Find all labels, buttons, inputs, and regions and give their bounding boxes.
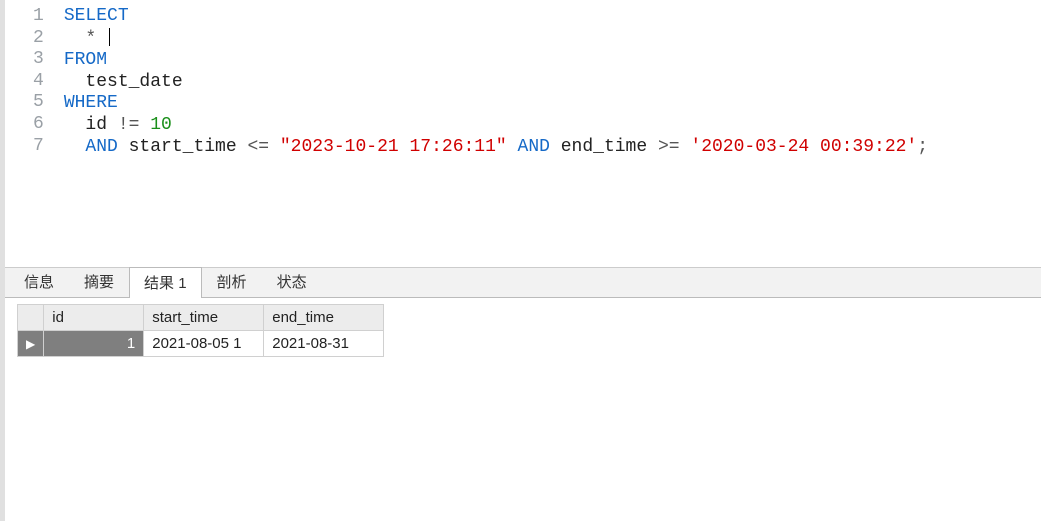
result-tabs: 信息摘要结果 1剖析状态: [5, 268, 1041, 298]
line-number-gutter: 1234567: [5, 0, 56, 267]
row-pointer-icon[interactable]: ▶: [18, 331, 44, 357]
code-token: SELECT: [64, 6, 129, 26]
code-token: >=: [658, 137, 680, 157]
column-header-start_time[interactable]: start_time: [144, 305, 264, 331]
cell-id[interactable]: 1: [44, 331, 144, 357]
code-token: start_time: [118, 137, 248, 157]
code-token: [64, 29, 86, 49]
code-token: AND: [85, 137, 117, 157]
code-token: !=: [118, 115, 140, 135]
sql-editor-pane: 1234567 SELECT * FROM test_dateWHERE id …: [5, 0, 1041, 268]
code-token: <=: [247, 137, 269, 157]
line-number: 1: [33, 6, 44, 28]
sql-code-area[interactable]: SELECT * FROM test_dateWHERE id != 10 AN…: [56, 0, 936, 267]
tab-0[interactable]: 信息: [9, 266, 69, 297]
text-cursor: [109, 28, 110, 46]
code-token: [96, 29, 107, 49]
table-row[interactable]: ▶12021-08-05 12021-08-31: [18, 331, 384, 357]
tab-3[interactable]: 剖析: [202, 266, 262, 297]
tab-1[interactable]: 摘要: [69, 266, 129, 297]
line-number: 5: [33, 92, 44, 114]
line-number: 3: [33, 49, 44, 71]
code-token: end_time: [550, 137, 658, 157]
line-number: 7: [33, 136, 44, 158]
code-token: ;: [917, 137, 928, 157]
code-token: *: [85, 29, 96, 49]
cell-end_time[interactable]: 2021-08-31: [264, 331, 384, 357]
code-token: [139, 115, 150, 135]
row-selector-header: [18, 305, 44, 331]
result-grid: idstart_timeend_time ▶12021-08-05 12021-…: [5, 298, 1041, 357]
cell-start_time[interactable]: 2021-08-05 1: [144, 331, 264, 357]
code-token: AND: [518, 137, 550, 157]
code-token: [64, 137, 86, 157]
line-number: 6: [33, 114, 44, 136]
code-token: '2020-03-24 00:39:22': [690, 137, 917, 157]
code-token: test_date: [64, 72, 183, 92]
code-token: [507, 137, 518, 157]
column-header-id[interactable]: id: [44, 305, 144, 331]
line-number: 4: [33, 71, 44, 93]
code-token: FROM: [64, 50, 107, 70]
code-token: 10: [150, 115, 172, 135]
code-token: WHERE: [64, 93, 118, 113]
column-header-end_time[interactable]: end_time: [264, 305, 384, 331]
results-pane: 信息摘要结果 1剖析状态 idstart_timeend_time ▶12021…: [5, 268, 1041, 357]
code-token: [269, 137, 280, 157]
code-token: "2023-10-21 17:26:11": [280, 137, 507, 157]
tab-2[interactable]: 结果 1: [129, 267, 202, 298]
line-number: 2: [33, 28, 44, 50]
tab-4[interactable]: 状态: [262, 266, 322, 297]
code-token: [680, 137, 691, 157]
code-token: id: [64, 115, 118, 135]
